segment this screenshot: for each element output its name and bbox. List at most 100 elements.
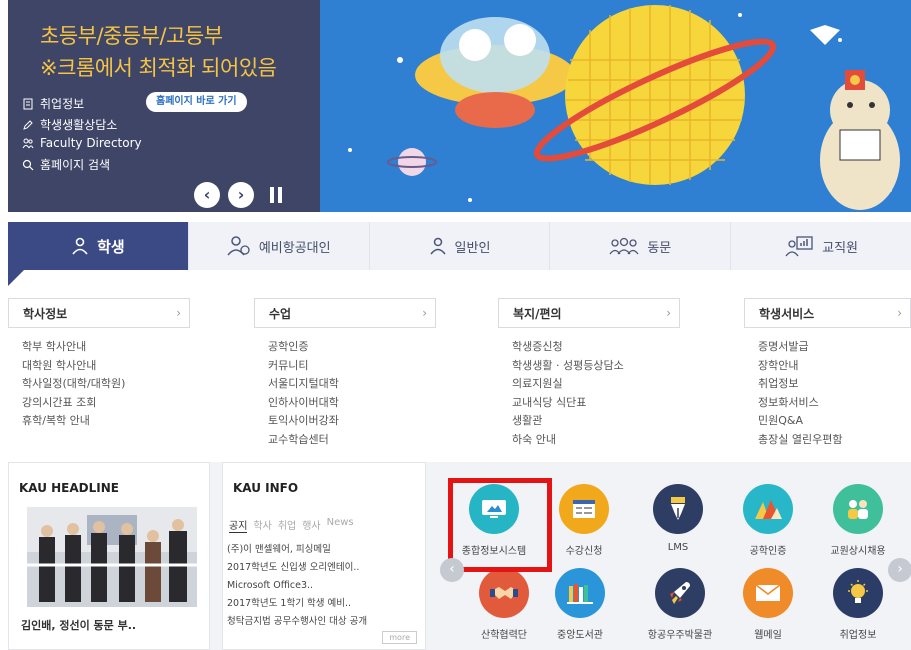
headline-caption[interactable]: 김인배, 정선이 동문 부.. (21, 617, 136, 633)
list-item[interactable]: 커뮤니티 (268, 357, 436, 376)
list-item[interactable]: 강의시간표 조회 (22, 394, 190, 413)
headline-photo[interactable] (27, 507, 197, 607)
services-next-button[interactable]: › (888, 558, 911, 582)
quick-link-label: 학생생활상담소 (40, 118, 118, 132)
list-item[interactable]: 청탁금지법 공무수행사인 대상 공개 (227, 613, 367, 631)
list-item[interactable]: 대학원 학사안내 (22, 357, 190, 376)
tab-label: 교직원 (822, 240, 859, 256)
slide-next-button[interactable]: › (228, 182, 254, 208)
list-item[interactable]: 취업정보 (758, 375, 911, 394)
service-webmail[interactable]: 웹메일 (722, 568, 814, 641)
service-faculty-recruit[interactable]: 교원상시채용 (812, 484, 904, 557)
slide-pause-button[interactable] (266, 184, 286, 206)
service-label: 중앙도서관 (557, 630, 603, 641)
info-tab-events[interactable]: 행사 (302, 517, 320, 533)
list-item[interactable]: 정보화서비스 (758, 394, 911, 413)
column-title: 학생서비스 (759, 306, 815, 321)
list-item[interactable]: 장학안내 (758, 357, 911, 376)
column-links: 증명서발급 장학안내 취업정보 정보화서비스 민원Q&A 총장실 열린우편함 (744, 328, 911, 449)
slide-prev-button[interactable]: ‹ (194, 182, 220, 208)
service-label: 공학인증 (749, 546, 787, 557)
hero-illustration (320, 0, 911, 212)
list-item[interactable]: 생활관 (512, 412, 680, 431)
list-item[interactable]: 교내식당 식단표 (512, 394, 680, 413)
list-item[interactable]: 2017학년도 신입생 오리엔테이.. (227, 559, 367, 577)
list-item[interactable]: Microsoft Office3.. (227, 577, 367, 595)
info-title: KAU INFO (233, 481, 299, 495)
service-label: LMS (667, 542, 689, 553)
column-title: 복지/편의 (513, 306, 562, 321)
pencil-icon (23, 119, 33, 130)
services-prev-button[interactable]: ‹ (440, 558, 464, 582)
list-item[interactable]: 학사일정(대학/대학원) (22, 375, 190, 394)
info-tab-jobs[interactable]: 취업 (278, 517, 296, 533)
service-engineering-cert[interactable]: 공학인증 (722, 484, 814, 557)
list-item[interactable]: 학부 학사안내 (22, 338, 190, 357)
homepage-shortcut-button[interactable]: 홈페이지 바로 가기 (146, 92, 247, 112)
tab-student[interactable]: 학생 (8, 222, 188, 270)
list-item[interactable]: 의료지원실 (512, 375, 680, 394)
tab-alumni[interactable]: 동문 (549, 222, 731, 270)
column-header[interactable]: 복지/편의 › (498, 298, 680, 328)
list-item[interactable]: 교수학습센터 (268, 431, 436, 450)
service-label: 취업정보 (839, 630, 877, 641)
headline-title: KAU HEADLINE (19, 481, 119, 495)
hero-line-1: 초등부/중등부/고등부 (40, 24, 223, 48)
list-item[interactable]: 학생증신청 (512, 338, 680, 357)
list-item[interactable]: 학생생활 · 성평등상담소 (512, 357, 680, 376)
quick-link-search[interactable]: 홈페이지 검색 (22, 156, 110, 173)
list-item[interactable]: 서울디지털대학 (268, 375, 436, 394)
more-button[interactable]: more (382, 631, 417, 644)
service-label: 웹메일 (754, 630, 782, 641)
list-item[interactable]: 하숙 안내 (512, 431, 680, 450)
chevron-right-icon: › (176, 306, 181, 320)
service-library[interactable]: 중앙도서관 (534, 568, 626, 641)
staff-icon (785, 236, 813, 257)
handshake-icon (479, 568, 529, 618)
quick-link-faculty[interactable]: Faculty Directory (22, 136, 142, 150)
list-item[interactable]: 민원Q&A (758, 412, 911, 431)
alumni-icon (609, 237, 639, 255)
info-tab-notice[interactable]: 공지 (229, 517, 248, 533)
tab-general-public[interactable]: 일반인 (368, 222, 550, 270)
people-icon (22, 138, 34, 149)
lightbulb-icon (833, 568, 883, 618)
selection-highlight (448, 478, 552, 572)
tab-staff[interactable]: 교직원 (730, 222, 911, 270)
rocket-icon (655, 568, 705, 618)
list-item[interactable]: 총장실 열린우편함 (758, 431, 911, 450)
list-item[interactable]: 공학인증 (268, 338, 436, 357)
tab-prospective-student[interactable]: 예비항공대인 (187, 222, 369, 270)
student-icon (72, 237, 88, 255)
column-header[interactable]: 수업 › (254, 298, 436, 328)
tab-label: 일반인 (454, 240, 491, 256)
list-item[interactable]: 증명서발급 (758, 338, 911, 357)
list-item[interactable]: 인하사이버대학 (268, 394, 436, 413)
column-academic-info: 학사정보 › 학부 학사안내 대학원 학사안내 학사일정(대학/대학원) 강의시간… (8, 298, 190, 431)
list-item[interactable]: (주)이 맨셀웨어, 피싱메일 (227, 541, 367, 559)
list-item[interactable]: 2017학년도 1학기 학생 예비.. (227, 595, 367, 613)
course-registration-icon (559, 484, 609, 534)
tab-label: 동문 (647, 240, 672, 256)
mail-icon (743, 568, 793, 618)
list-item[interactable]: 토익사이버강좌 (268, 412, 436, 431)
library-books-icon (555, 568, 605, 618)
space-illustration (320, 0, 911, 212)
column-header[interactable]: 학생서비스 › (744, 298, 911, 328)
info-tab-news[interactable]: News (327, 517, 354, 533)
list-item[interactable]: 휴학/복학 안내 (22, 412, 190, 431)
service-lms[interactable]: LMS (632, 484, 724, 553)
ribbon-cutting-photo (27, 507, 197, 607)
quick-link-counseling[interactable]: 학생생활상담소 (22, 116, 117, 133)
service-aerospace-museum[interactable]: 항공우주박물관 (634, 568, 726, 641)
document-icon (23, 98, 33, 109)
service-jobs[interactable]: 취업정보 (812, 568, 904, 641)
column-header[interactable]: 학사정보 › (8, 298, 190, 328)
info-tab-academic[interactable]: 학사 (253, 517, 271, 533)
column-student-services: 학생서비스 › 증명서발급 장학안내 취업정보 정보화서비스 민원Q&A 총장실 … (744, 298, 911, 449)
quick-link-label: 취업정보 (40, 97, 85, 111)
quick-link-jobs[interactable]: 취업정보 (22, 95, 84, 112)
person-icon (429, 237, 446, 255)
search-icon (22, 159, 34, 170)
hero-banner: 초등부/중등부/고등부 ※크롬에서 최적화 되어있음 취업정보 홈페이지 바로 … (8, 0, 911, 212)
